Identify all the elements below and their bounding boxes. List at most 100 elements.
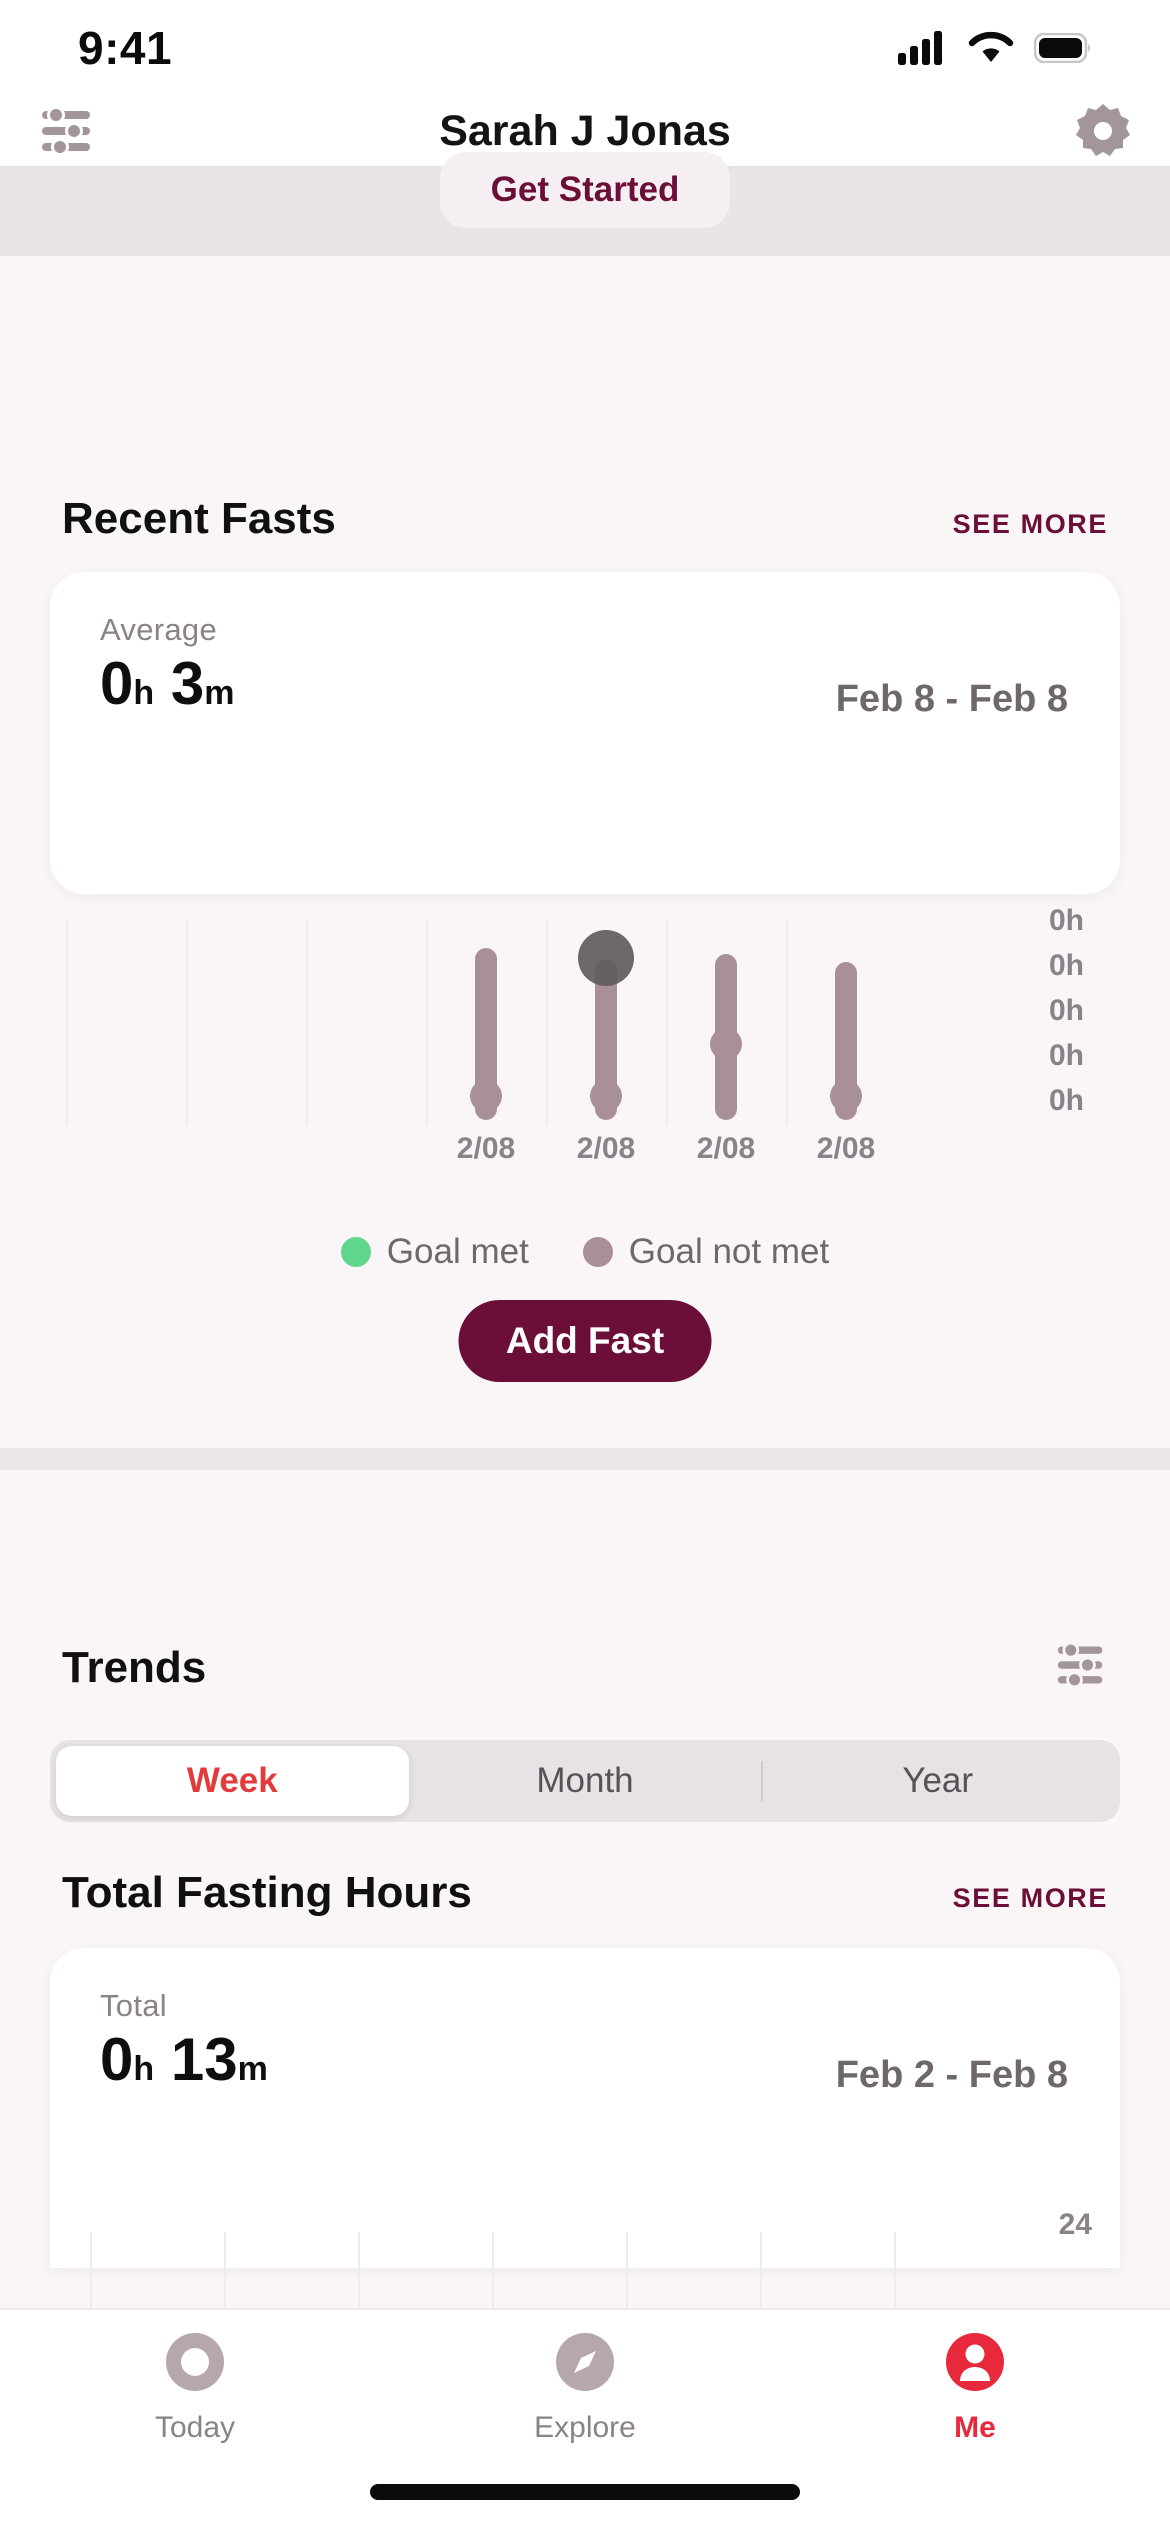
total-label: Total <box>100 1988 167 2023</box>
chart-bar-endpoint-marker <box>590 1080 622 1112</box>
recent-fasts-header: Recent Fasts SEE MORE <box>0 494 1170 544</box>
chart-bar-group[interactable] <box>666 920 786 1126</box>
chart2-gridline <box>492 2232 494 2308</box>
chart-legend: Goal met Goal not met <box>0 1232 1170 1272</box>
status-indicators <box>898 31 1092 65</box>
tab-me[interactable]: Me <box>780 2310 1170 2462</box>
total-fasting-hours-chart-partial[interactable]: 24 <box>58 2208 1120 2308</box>
chart-plot-area: 2/08 2/08 2/08 2/08 <box>58 920 1008 1165</box>
chart2-gridline <box>224 2232 226 2308</box>
chart-bar-endpoint-marker <box>470 1080 502 1112</box>
chart-y-axis: 0h 0h 0h 0h 0h <box>1024 902 1120 1132</box>
total-fasting-hours-date-range: Feb 2 - Feb 8 <box>835 2054 1068 2096</box>
circle-today-icon <box>166 2333 224 2391</box>
add-fast-label: Add Fast <box>505 1320 665 1361</box>
chart-bar-group[interactable] <box>426 920 546 1126</box>
tab-explore[interactable]: Explore <box>390 2310 780 2462</box>
recent-fasts-title: Recent Fasts <box>62 494 336 543</box>
chart2-gridline <box>760 2232 762 2308</box>
total-minutes: 13 <box>170 2026 238 2093</box>
status-bar: 9:41 <box>0 0 1170 96</box>
trends-period-segmented-control[interactable]: Week Month Year <box>50 1740 1120 1822</box>
segment-week[interactable]: Week <box>56 1746 409 1816</box>
tab-today-label: Today <box>154 2411 236 2444</box>
chart-xtick-label: 2/08 <box>456 1132 516 1165</box>
person-icon <box>946 2333 1004 2391</box>
chart-xtick-label: 2/08 <box>816 1132 876 1165</box>
chart-ytick-label: 0h <box>1048 1084 1084 1117</box>
chart-selected-marker[interactable] <box>578 930 634 986</box>
total-value: 0h 13m <box>100 2030 268 2090</box>
segment-year[interactable]: Year <box>761 1746 1114 1816</box>
home-indicator[interactable] <box>370 2484 800 2500</box>
recent-fasts-see-more-link[interactable]: SEE MORE <box>953 509 1108 540</box>
legend-label: Goal met <box>386 1232 529 1271</box>
chart-ytick-label: 0h <box>1048 949 1084 982</box>
average-hours: 0 <box>100 650 134 717</box>
chart-ytick-label: 0h <box>1048 904 1084 937</box>
chart-gridline <box>186 920 188 1126</box>
add-fast-button[interactable]: Add Fast <box>458 1300 712 1382</box>
average-hours-unit: h <box>133 674 155 712</box>
segment-separator <box>761 1761 764 1801</box>
total-minutes-unit: m <box>237 2050 268 2088</box>
average-label: Average <box>100 612 218 647</box>
legend-dot-green <box>340 1237 371 1267</box>
legend-dot-mauve <box>582 1237 613 1267</box>
legend-item-goal-met: Goal met <box>340 1232 529 1272</box>
gear-icon <box>1076 104 1130 156</box>
chart2-gridline <box>894 2232 896 2308</box>
trends-header: Trends <box>0 1640 1170 1695</box>
total-fasting-hours-header: Total Fasting Hours SEE MORE <box>0 1868 1170 1918</box>
recent-fasts-date-range: Feb 8 - Feb 8 <box>835 678 1068 720</box>
trends-filter-button[interactable] <box>1054 1640 1108 1695</box>
segment-month[interactable]: Month <box>409 1746 762 1816</box>
chart-gridline <box>66 920 68 1126</box>
chart2-gridline <box>358 2232 360 2308</box>
tab-me-label: Me <box>954 2411 996 2444</box>
sliders-icon <box>1057 1641 1103 1689</box>
tab-list: Today Explore Me <box>0 2310 1170 2462</box>
chart-bar-endpoint-marker <box>830 1080 862 1112</box>
legend-label: Goal not met <box>628 1232 830 1271</box>
chart-xtick-label: 2/08 <box>576 1132 636 1165</box>
trends-title: Trends <box>62 1642 207 1692</box>
compass-icon <box>556 2333 614 2391</box>
chart2-ytick-label: 24 <box>1058 2208 1092 2241</box>
total-fasting-hours-see-more-link[interactable]: SEE MORE <box>953 1883 1108 1914</box>
get-started-button[interactable]: Get Started <box>440 152 730 228</box>
chart-xtick-label: 2/08 <box>696 1132 756 1165</box>
legend-item-goal-not-met: Goal not met <box>582 1232 830 1272</box>
chart2-gridline <box>90 2232 92 2308</box>
total-hours-unit: h <box>133 2050 155 2088</box>
app-screen: 9:41 Sarah J Jonas Get Started Recent Fa… <box>0 0 1170 2532</box>
status-time: 9:41 <box>78 22 173 74</box>
get-started-label: Get Started <box>490 170 680 209</box>
settings-button[interactable] <box>1070 98 1136 164</box>
average-stat: Average 0h 3m <box>100 612 234 714</box>
tab-explore-label: Explore <box>534 2411 636 2444</box>
average-minutes: 3 <box>170 650 205 717</box>
recent-fasts-card: Average 0h 3m Feb 8 - Feb 8 <box>50 572 1120 894</box>
segment-month-label: Month <box>536 1761 634 1800</box>
chart2-gridline <box>626 2232 628 2308</box>
chart-bar-group[interactable] <box>546 920 666 1126</box>
wifi-icon <box>968 31 1014 62</box>
recent-fasts-bar-chart[interactable]: 2/08 2/08 2/08 2/08 0h 0h 0h 0h 0h <box>50 904 1120 1170</box>
cellular-signal-icon <box>898 31 942 65</box>
section-divider <box>0 1448 1170 1470</box>
chart-ytick-label: 0h <box>1048 1039 1084 1072</box>
tab-today[interactable]: Today <box>0 2310 390 2462</box>
segment-week-label: Week <box>186 1761 278 1800</box>
filter-sliders-button[interactable] <box>34 98 100 164</box>
chart-ytick-label: 0h <box>1048 994 1084 1027</box>
battery-icon <box>1034 33 1090 63</box>
chart-bar-endpoint-marker <box>710 1028 742 1060</box>
chart-gridline <box>306 920 308 1126</box>
total-hours: 0 <box>100 2026 134 2093</box>
chart-bar-group[interactable] <box>786 920 906 1126</box>
get-started-strip: Get Started <box>0 152 1170 256</box>
sliders-icon <box>42 106 90 156</box>
total-fasting-hours-title: Total Fasting Hours <box>62 1868 472 1917</box>
segment-year-label: Year <box>902 1761 974 1800</box>
